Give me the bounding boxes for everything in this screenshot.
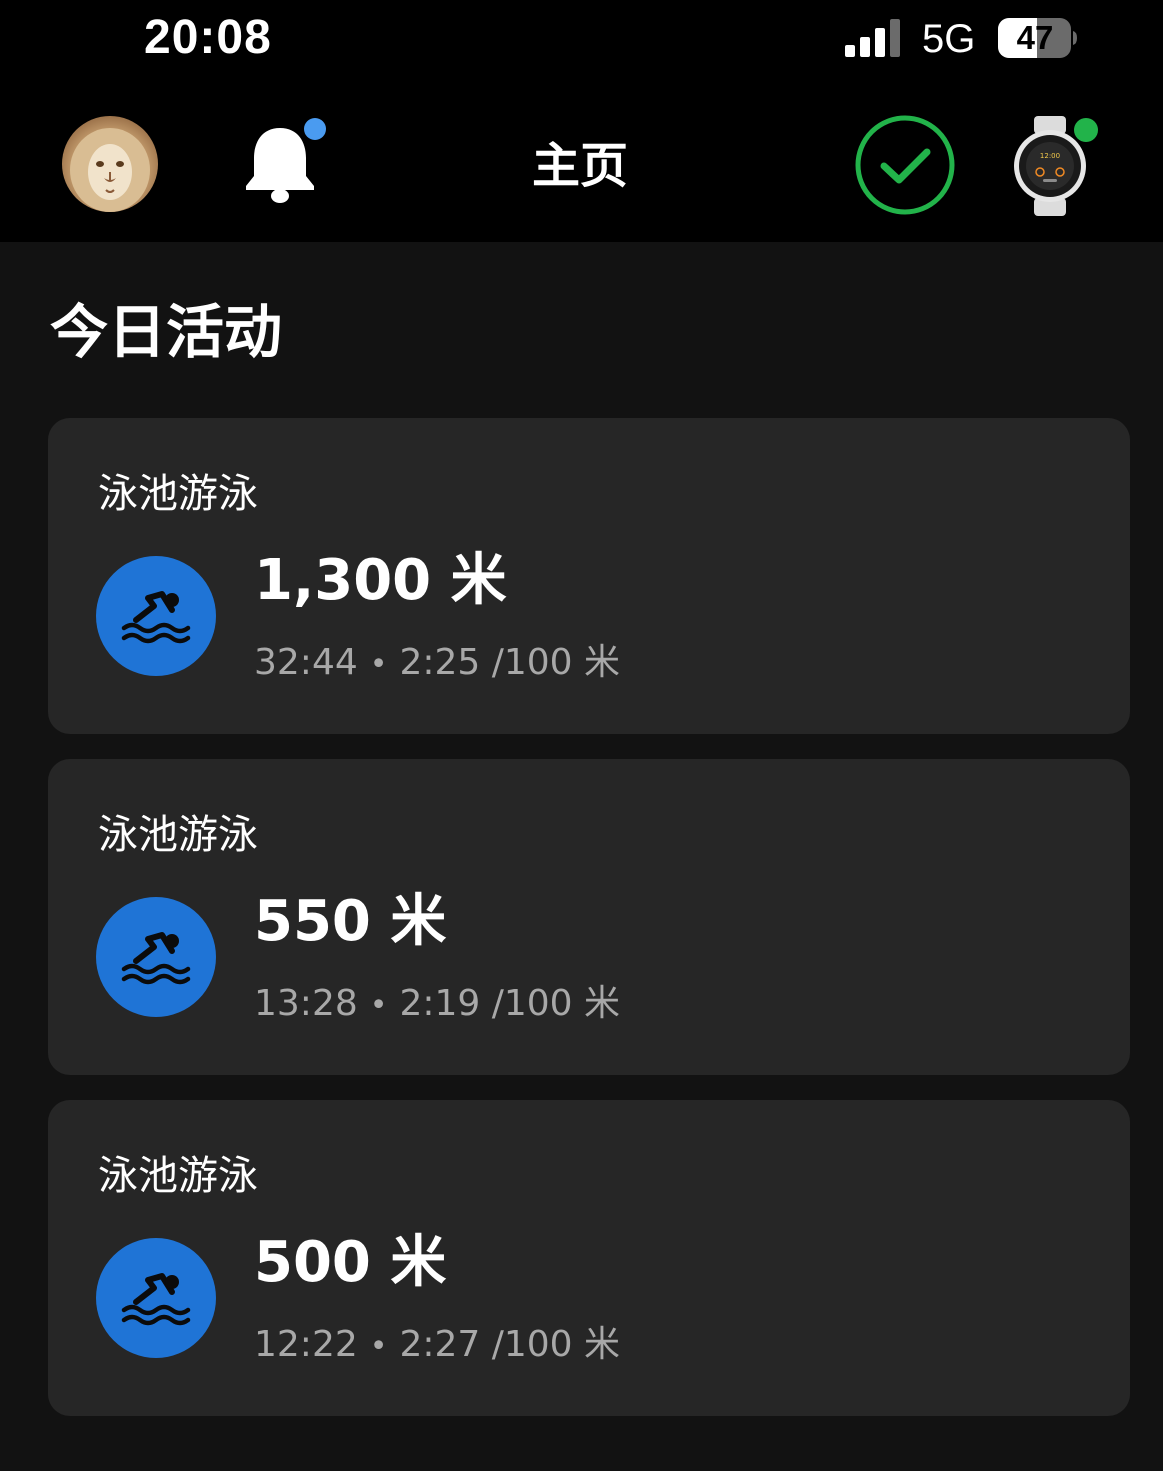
activity-distance: 550 米 bbox=[254, 889, 447, 954]
activity-stats: 12:22 • 2:27 /100 米 bbox=[254, 1322, 620, 1370]
swimming-icon bbox=[96, 556, 216, 676]
activity-card[interactable]: 泳池游泳 1,300 米 32:44 • 2:25 /100 米 bbox=[48, 418, 1130, 734]
stats-separator: • bbox=[369, 988, 388, 1023]
activity-stats: 32:44 • 2:25 /100 米 bbox=[254, 640, 620, 688]
lion-avatar-icon bbox=[70, 128, 150, 212]
stats-separator: • bbox=[369, 647, 388, 682]
section-title: 今日活动 bbox=[50, 298, 283, 366]
svg-text:12:00: 12:00 bbox=[1040, 152, 1060, 160]
activity-duration: 13:28 bbox=[254, 983, 358, 1024]
app-header: 主页 12:00 bbox=[0, 84, 1163, 242]
activity-duration: 12:22 bbox=[254, 1324, 358, 1365]
swimming-icon bbox=[96, 1238, 216, 1358]
activity-pace: 2:19 /100 米 bbox=[399, 983, 621, 1024]
status-bar: 20:08 5G 47 bbox=[0, 0, 1163, 84]
stats-separator: • bbox=[369, 1329, 388, 1364]
activity-card[interactable]: 泳池游泳 550 米 13:28 • 2:19 /100 米 bbox=[48, 759, 1130, 1075]
sync-status-button[interactable] bbox=[854, 114, 956, 216]
activity-distance: 1,300 米 bbox=[254, 548, 507, 613]
page-title: 主页 bbox=[531, 138, 628, 194]
network-type: 5G bbox=[922, 17, 976, 61]
avatar[interactable] bbox=[62, 116, 158, 212]
signal-strength-icon bbox=[845, 19, 900, 57]
activity-pace: 2:25 /100 米 bbox=[399, 642, 621, 683]
activity-type: 泳池游泳 bbox=[98, 471, 258, 517]
battery-level: 47 bbox=[1016, 19, 1054, 56]
activity-duration: 32:44 bbox=[254, 642, 358, 683]
activity-type: 泳池游泳 bbox=[98, 812, 258, 858]
activity-distance: 500 米 bbox=[254, 1230, 447, 1295]
status-time: 20:08 bbox=[144, 11, 272, 64]
activity-card[interactable]: 泳池游泳 500 米 12:22 • 2:27 /100 米 bbox=[48, 1100, 1130, 1416]
activity-stats: 13:28 • 2:19 /100 米 bbox=[254, 981, 620, 1029]
swimming-icon bbox=[96, 897, 216, 1017]
device-connected-dot bbox=[1074, 118, 1098, 142]
notification-dot bbox=[304, 118, 326, 140]
activity-pace: 2:27 /100 米 bbox=[399, 1324, 621, 1365]
activity-type: 泳池游泳 bbox=[98, 1153, 258, 1199]
